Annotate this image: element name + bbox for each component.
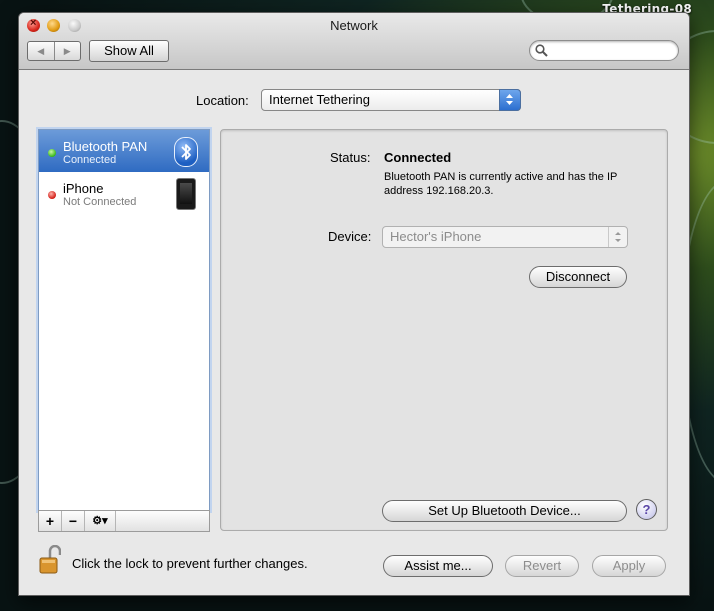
popup-arrows-icon bbox=[499, 89, 521, 111]
back-forward-control: ◀ ▶ bbox=[27, 41, 81, 61]
network-window: Network ◀ ▶ Show All Location: Internet … bbox=[18, 12, 690, 596]
assist-me-button[interactable]: Assist me... bbox=[383, 555, 493, 577]
setup-bluetooth-device-button[interactable]: Set Up Bluetooth Device... bbox=[382, 500, 627, 522]
remove-service-button[interactable]: − bbox=[62, 511, 85, 531]
device-label: Device: bbox=[328, 229, 372, 244]
search-field[interactable] bbox=[529, 40, 679, 61]
service-status: Not Connected bbox=[63, 196, 137, 208]
help-icon[interactable]: ? bbox=[636, 499, 657, 520]
add-service-button[interactable]: + bbox=[39, 511, 62, 531]
iphone-icon bbox=[176, 178, 196, 210]
status-dot-green bbox=[48, 149, 56, 157]
service-list: Bluetooth PAN Connected iPhone Not Conne… bbox=[38, 129, 210, 511]
popup-arrows-icon bbox=[608, 227, 627, 247]
search-icon bbox=[535, 44, 548, 57]
revert-button[interactable]: Revert bbox=[505, 555, 579, 577]
device-popup[interactable]: Hector's iPhone bbox=[382, 226, 628, 248]
status-description: Bluetooth PAN is currently active and ha… bbox=[384, 171, 618, 197]
window-title: Network bbox=[330, 18, 378, 33]
bluetooth-icon bbox=[174, 137, 198, 167]
list-controls: + − ⚙▾ bbox=[38, 510, 210, 532]
service-item-bluetooth-pan[interactable]: Bluetooth PAN Connected bbox=[39, 130, 209, 172]
service-status: Connected bbox=[63, 154, 117, 166]
service-name: Bluetooth PAN bbox=[63, 139, 148, 154]
service-item-iphone[interactable]: iPhone Not Connected bbox=[39, 172, 209, 214]
action-gear-button[interactable]: ⚙▾ bbox=[85, 511, 116, 531]
lock-message: Click the lock to prevent further change… bbox=[72, 556, 308, 571]
title-bar: Network ◀ ▶ Show All bbox=[19, 13, 689, 70]
back-button[interactable]: ◀ bbox=[28, 42, 55, 60]
location-popup[interactable]: Internet Tethering bbox=[261, 89, 521, 111]
disconnect-button[interactable]: Disconnect bbox=[529, 266, 627, 288]
status-label: Status: bbox=[330, 150, 371, 165]
lock-icon[interactable] bbox=[39, 545, 61, 575]
apply-button[interactable]: Apply bbox=[592, 555, 666, 577]
service-name: iPhone bbox=[63, 181, 104, 196]
location-value: Internet Tethering bbox=[269, 92, 370, 107]
location-label: Location: bbox=[196, 93, 249, 108]
forward-button[interactable]: ▶ bbox=[55, 42, 81, 60]
status-dot-red bbox=[48, 191, 56, 199]
status-value: Connected bbox=[384, 150, 452, 165]
show-all-button[interactable]: Show All bbox=[89, 40, 169, 62]
device-value: Hector's iPhone bbox=[390, 229, 482, 244]
